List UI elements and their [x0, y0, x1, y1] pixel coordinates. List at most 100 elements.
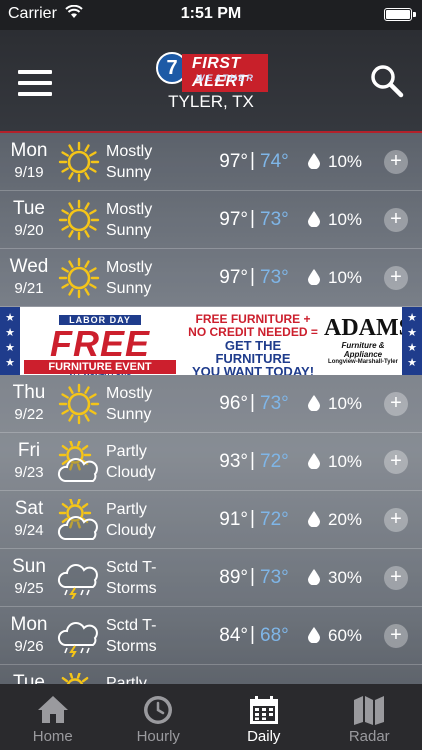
forecast-condition: Mostly Sunny	[106, 143, 153, 181]
expand-icon[interactable]: +	[384, 624, 408, 648]
ad-offer-line: GET THE FURNITURE	[215, 338, 291, 366]
tab-home[interactable]: Home	[0, 684, 106, 750]
forecast-day: Sun	[12, 556, 46, 577]
tab-radar-label: Radar	[348, 728, 390, 745]
forecast-day: Tue	[12, 198, 46, 219]
forecast-high: 84°	[219, 625, 248, 646]
forecast-row[interactable]: Sun 9/25 Sctd T- Storms 89° | 73° 30% +	[0, 549, 422, 607]
forecast-precip: 10%	[328, 152, 363, 171]
forecast-precip: 10%	[328, 210, 363, 229]
tab-daily-label: Daily	[247, 728, 281, 745]
ad-brand-cities: Longview-Marshall-Tyler	[328, 359, 398, 365]
station-logo: 7 FIRST ALERT WEATHER	[156, 52, 268, 92]
search-icon[interactable]	[370, 64, 404, 98]
tab-home-label: Home	[32, 728, 73, 745]
ad-event-text: FURNITURE EVENT	[24, 360, 176, 374]
forecast-condition: Sctd T- Storms	[106, 559, 157, 597]
logo-sub: WEATHER	[196, 73, 255, 83]
forecast-row[interactable]: Wed 9/21 Mostly Sunny 97° | 73° 10% +	[0, 249, 422, 307]
battery-icon	[384, 8, 416, 21]
forecast-high: 89°	[219, 567, 248, 588]
temp-separator: |	[250, 566, 255, 587]
thunderstorm-icon	[57, 615, 101, 658]
status-bar: Carrier 1:51 PM	[0, 0, 422, 30]
raindrop-icon	[308, 569, 320, 585]
forecast-precip: 20%	[328, 510, 363, 529]
expand-icon[interactable]: +	[384, 508, 408, 532]
temp-separator: |	[250, 450, 255, 471]
raindrop-icon	[308, 511, 320, 527]
sunny-icon	[57, 141, 101, 183]
forecast-condition: Mostly Sunny	[106, 385, 153, 423]
temp-separator: |	[250, 150, 255, 171]
forecast-condition: Mostly Sunny	[106, 201, 153, 239]
tab-bar: Home Hourly Daily Radar	[0, 684, 422, 750]
home-icon	[37, 696, 68, 723]
forecast-precip: 60%	[328, 626, 363, 645]
temp-separator: |	[250, 508, 255, 529]
ad-brand: ADAMS Furniture & Appliance Longview-Mar…	[324, 315, 412, 365]
forecast-date: 9/23	[14, 464, 44, 481]
temp-separator: |	[250, 208, 255, 229]
forecast-day: Thu	[12, 382, 46, 403]
forecast-date: 9/20	[14, 222, 44, 239]
stars-decoration: ★ ★ ★ ★	[402, 307, 422, 375]
forecast-row[interactable]: Mon 9/19 Mostly Sunny 97° | 74° 10% +	[0, 133, 422, 191]
forecast-condition: Mostly Sunny	[106, 259, 153, 297]
forecast-low: 68°	[260, 625, 289, 646]
ad-labor-day: LABOR DAY FREE FURNITURE EVENT ALL MONTH…	[24, 310, 176, 375]
ad-brand-name: ADAMS	[324, 315, 412, 341]
forecast-precip: 30%	[328, 568, 363, 587]
app-header: 7 FIRST ALERT WEATHER TYLER, TX	[0, 30, 422, 133]
expand-icon[interactable]: +	[384, 266, 408, 290]
forecast-condition: Partly Cloudy	[106, 443, 156, 481]
raindrop-icon	[308, 211, 320, 227]
ad-brand-sub: Furniture & Appliance	[341, 341, 385, 359]
forecast-condition: Sctd T- Storms	[106, 617, 157, 655]
temp-separator: |	[250, 624, 255, 645]
forecast-date: 9/21	[14, 280, 44, 297]
sunny-icon	[57, 199, 101, 241]
calendar-icon	[249, 696, 278, 724]
tab-hourly[interactable]: Hourly	[106, 684, 212, 750]
sunny-icon	[57, 383, 101, 425]
tab-radar[interactable]: Radar	[317, 684, 422, 750]
forecast-high: 97°	[219, 151, 248, 172]
forecast-day: Sat	[14, 498, 44, 519]
temp-separator: |	[250, 266, 255, 287]
forecast-row[interactable]: Tue 9/20 Mostly Sunny 97° | 73° 10% +	[0, 191, 422, 249]
forecast-low: 74°	[260, 151, 289, 172]
forecast-low: 73°	[260, 567, 289, 588]
forecast-day: Mon	[10, 614, 48, 635]
expand-icon[interactable]: +	[384, 392, 408, 416]
forecast-row[interactable]: Fri 9/23 Partly Cloudy 93° | 72° 10% +	[0, 433, 422, 491]
expand-icon[interactable]: +	[384, 566, 408, 590]
stars-decoration: ★ ★ ★ ★	[0, 307, 20, 375]
forecast-date: 9/19	[14, 164, 44, 181]
expand-icon[interactable]: +	[384, 208, 408, 232]
ad-offer-line: YOU WANT TODAY!	[191, 364, 315, 375]
raindrop-icon	[308, 153, 320, 169]
expand-icon[interactable]: +	[384, 450, 408, 474]
raindrop-icon	[308, 269, 320, 285]
forecast-precip: 10%	[328, 268, 363, 287]
forecast-high: 97°	[219, 209, 248, 230]
ad-banner[interactable]: ★★★★ LABOR DAY FREE FURNITURE EVENT ALL …	[0, 307, 422, 375]
partly-cloudy-icon	[57, 497, 101, 541]
expand-icon[interactable]: +	[384, 150, 408, 174]
forecast-row[interactable]: Mon 9/26 Sctd T- Storms 84° | 68° 60% +	[0, 607, 422, 665]
forecast-row[interactable]: Sat 9/24 Partly Cloudy 91° | 72° 20% +	[0, 491, 422, 549]
raindrop-icon	[308, 453, 320, 469]
daily-forecast-list: Mon 9/19 Mostly Sunny 97° | 74° 10% + Tue…	[0, 133, 422, 723]
forecast-low: 72°	[260, 451, 289, 472]
clock-icon	[144, 696, 173, 724]
forecast-high: 93°	[219, 451, 248, 472]
forecast-date: 9/25	[14, 580, 44, 597]
forecast-condition: Partly Cloudy	[106, 501, 156, 539]
temp-separator: |	[250, 392, 255, 413]
forecast-low: 73°	[260, 393, 289, 414]
tab-daily[interactable]: Daily	[211, 684, 317, 750]
forecast-row[interactable]: Thu 9/22 Mostly Sunny 96° | 73° 10% +	[0, 375, 422, 433]
forecast-precip: 10%	[328, 394, 363, 413]
forecast-date: 9/22	[14, 406, 44, 423]
